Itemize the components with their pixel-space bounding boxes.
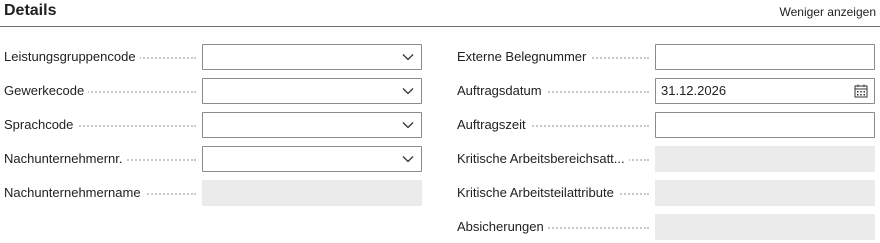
field-row-sprachcode: Sprachcode — [4, 112, 422, 138]
calendar-icon[interactable] — [854, 84, 868, 98]
gewerkecode-dropdown[interactable] — [202, 78, 422, 104]
field-label: Absicherungen — [457, 214, 548, 240]
field-row-auftragsdatum: Auftragsdatum 31.12.2026 — [457, 78, 875, 104]
field-label: Kritische Arbeitsteilattribute — [457, 180, 618, 206]
externe-belegnummer-input[interactable] — [655, 44, 875, 70]
field-row-nachunternehmernr: Nachunternehmernr. — [4, 146, 422, 172]
field-row-nachunternehmername: Nachunternehmername — [4, 180, 422, 206]
field-label: Kritische Arbeitsbereichsatt... — [457, 146, 629, 172]
field-row-kritische-arbeitsteilattribute: Kritische Arbeitsteilattribute — [457, 180, 875, 206]
field-label: Auftragszeit — [457, 112, 530, 138]
nachunternehmernr-dropdown[interactable] — [202, 146, 422, 172]
chevron-down-icon — [402, 88, 414, 95]
field-label: Sprachcode — [4, 112, 78, 138]
kritische-arbeitsteilattribute-readonly-field — [655, 180, 875, 206]
auftragsdatum-date-input[interactable]: 31.12.2026 — [655, 78, 875, 104]
field-label: Nachunternehmername — [4, 180, 145, 206]
field-label: Nachunternehmernr. — [4, 146, 127, 172]
field-row-absicherungen: Absicherungen — [457, 214, 875, 240]
field-row-leistungsgruppencode: Leistungsgruppencode — [4, 44, 422, 70]
field-label: Leistungsgruppencode — [4, 44, 140, 70]
leistungsgruppencode-dropdown[interactable] — [202, 44, 422, 70]
nachunternehmername-readonly-field — [202, 180, 422, 206]
field-row-externe-belegnummer: Externe Belegnummer — [457, 44, 875, 70]
field-value: 31.12.2026 — [661, 83, 727, 98]
show-less-link[interactable]: Weniger anzeigen — [779, 5, 876, 19]
absicherungen-readonly-field — [655, 214, 875, 240]
field-row-gewerkecode: Gewerkecode — [4, 78, 422, 104]
section-title: Details — [4, 2, 57, 19]
chevron-down-icon — [402, 122, 414, 129]
chevron-down-icon — [402, 54, 414, 61]
auftragszeit-input[interactable] — [655, 112, 875, 138]
field-label: Gewerkecode — [4, 78, 89, 104]
field-row-kritische-arbeitsbereichsattribute: Kritische Arbeitsbereichsatt... — [457, 146, 875, 172]
field-label: Auftragsdatum — [457, 78, 546, 104]
field-row-auftragszeit: Auftragszeit — [457, 112, 875, 138]
chevron-down-icon — [402, 156, 414, 163]
sprachcode-dropdown[interactable] — [202, 112, 422, 138]
field-label: Externe Belegnummer — [457, 44, 591, 70]
kritische-arbeitsbereichsattribute-readonly-field — [655, 146, 875, 172]
details-section-header: Details Weniger anzeigen — [0, 0, 880, 27]
